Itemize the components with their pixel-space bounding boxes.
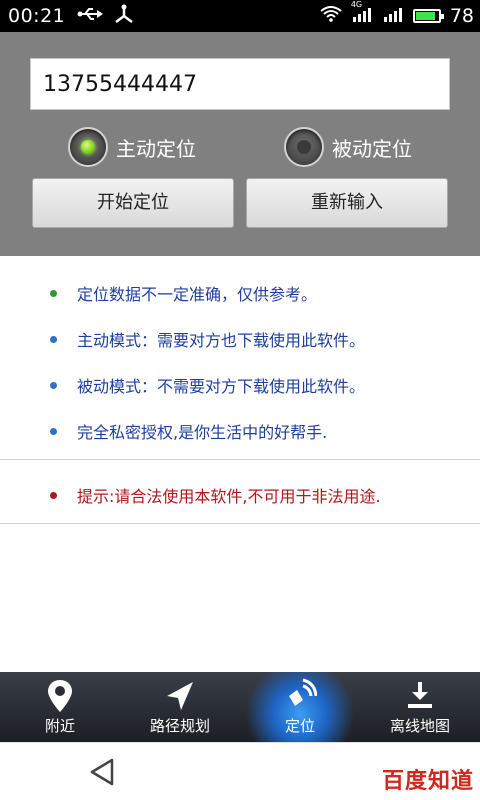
info-item: 完全私密授权,是你生活中的好帮手.: [0, 408, 480, 454]
usb-icon: [77, 6, 104, 26]
status-time: 00:21: [8, 5, 66, 27]
wifi-icon: [320, 6, 342, 26]
radio-button-checked[interactable]: [68, 127, 108, 167]
download-icon: [408, 682, 432, 708]
info-item: 被动模式：不需要对方下载使用此软件。: [0, 362, 480, 408]
info-text: 被动模式：不需要对方下载使用此软件。: [77, 377, 366, 396]
locate-signal-icon: [289, 678, 317, 706]
phone-number-input[interactable]: 13755444447: [30, 58, 450, 110]
radio-active-mode[interactable]: 主动定位: [68, 122, 196, 172]
battery-icon: [412, 9, 444, 23]
control-panel: 13755444447 主动定位 被动定位 开始定位 重新输入: [0, 32, 480, 256]
bullet: [50, 335, 57, 343]
usb-debug-icon: [113, 4, 135, 28]
nav-nearby[interactable]: 附近: [0, 672, 120, 742]
system-nav-bar: 百度知道: [0, 742, 480, 800]
info-text: 定位数据不一定准确，仅供参考。: [77, 285, 318, 304]
nav-route-planning[interactable]: 路径规划: [120, 672, 240, 742]
start-locate-button[interactable]: 开始定位: [32, 178, 234, 228]
warning-bullet: [50, 491, 57, 499]
nav-offline-map[interactable]: 离线地图: [360, 672, 480, 742]
signal-icon: [382, 6, 404, 26]
info-text: 主动模式：需要对方也下载使用此软件。: [77, 331, 366, 350]
signal-4g-icon: 4G: [351, 0, 373, 26]
reset-input-button[interactable]: 重新输入: [246, 178, 448, 228]
nav-label: 离线地图: [389, 717, 450, 735]
divider: [0, 523, 480, 524]
bullet: [50, 381, 57, 389]
navigation-arrow-icon: [167, 682, 193, 710]
nav-label: 附近: [44, 717, 75, 735]
bottom-nav: 附近 路径规划 定位 离线地图: [0, 672, 480, 742]
info-item: 定位数据不一定准确，仅供参考。: [0, 270, 480, 316]
nav-label: 定位: [284, 717, 315, 735]
warning-item: 提示:请合法使用本软件,不可用于非法用途.: [0, 472, 480, 518]
bullet: [50, 289, 57, 297]
back-triangle-icon[interactable]: [88, 757, 118, 791]
radio-button-unchecked[interactable]: [284, 127, 324, 167]
info-list: 定位数据不一定准确，仅供参考。 主动模式：需要对方也下载使用此软件。 被动模式：…: [0, 256, 480, 454]
network-label: 4G: [350, 0, 363, 9]
radio-passive-label: 被动定位: [332, 136, 412, 161]
warning-text: 提示:请合法使用本软件,不可用于非法用途.: [77, 487, 381, 506]
info-item: 主动模式：需要对方也下载使用此软件。: [0, 316, 480, 362]
radio-passive-mode[interactable]: 被动定位: [284, 122, 412, 172]
nav-label: 路径规划: [149, 717, 210, 735]
bullet: [50, 427, 57, 435]
divider: [0, 459, 480, 460]
radio-active-label: 主动定位: [116, 136, 196, 161]
location-pin-icon: [48, 680, 72, 712]
nav-locate[interactable]: 定位: [240, 672, 360, 742]
info-text: 完全私密授权,是你生活中的好帮手.: [77, 423, 328, 442]
status-bar: 00:21 4G 78: [0, 0, 480, 32]
battery-fill: [415, 12, 435, 20]
watermark-logo: 百度知道: [381, 769, 474, 794]
battery-percent: 78: [449, 5, 474, 27]
